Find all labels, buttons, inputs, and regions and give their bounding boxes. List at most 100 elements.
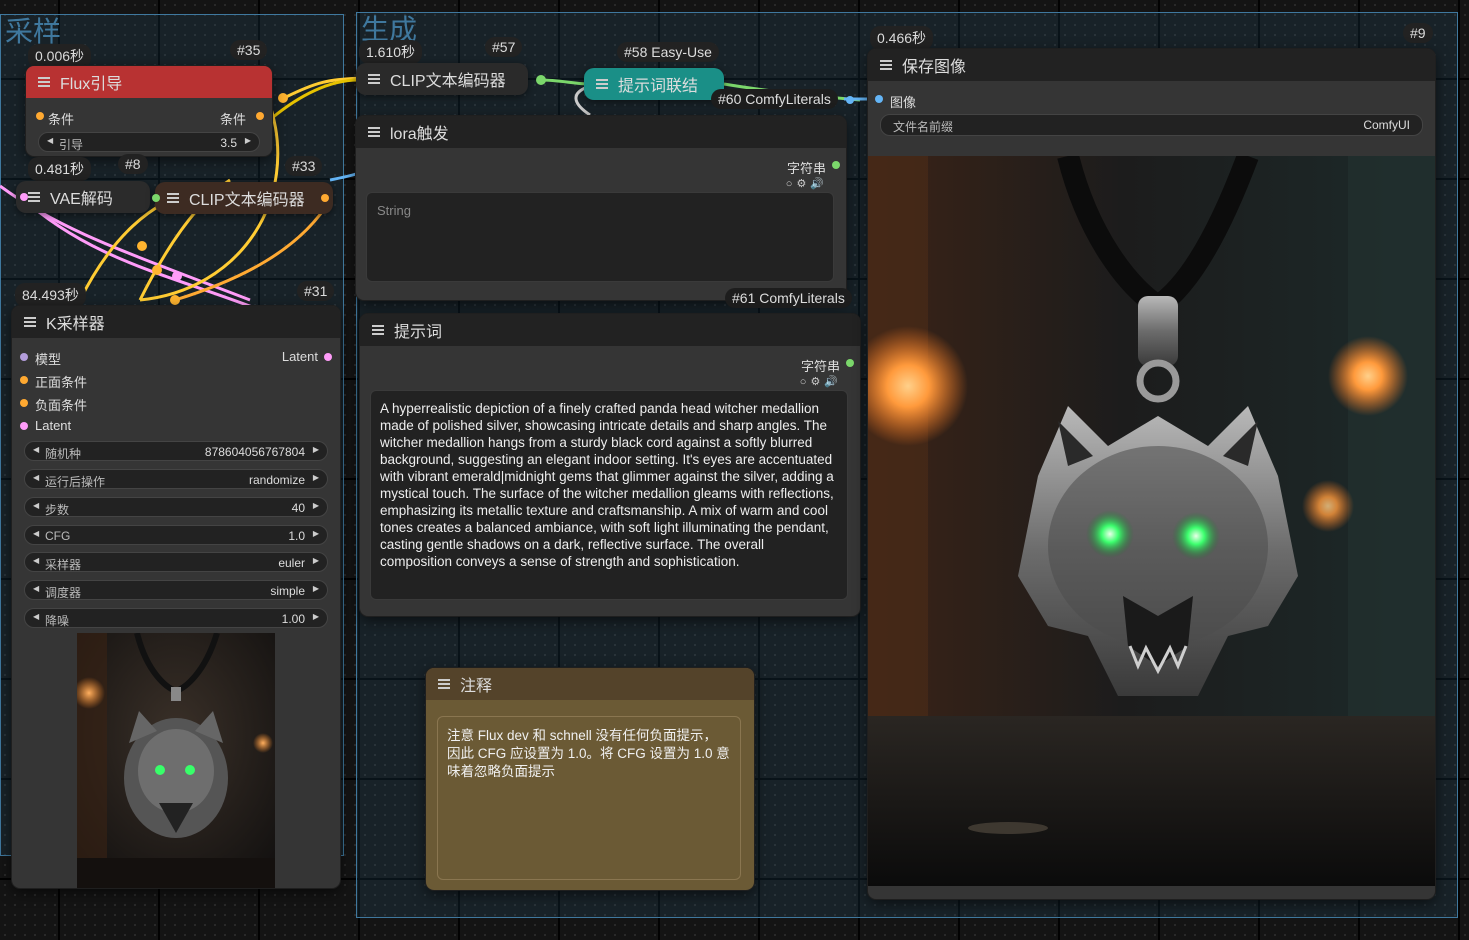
- decrement-arrow-icon[interactable]: ◀: [33, 612, 39, 621]
- node-prompt[interactable]: 提示词 字符串 ○⚙🔊 A hyperrealistic depiction o…: [360, 314, 860, 616]
- node-title: CLIP文本编码器: [390, 73, 506, 90]
- widget-value: euler: [278, 556, 305, 570]
- widget-steps[interactable]: ◀ 步数 40 ▶: [24, 497, 328, 517]
- node-title: lora触发: [390, 126, 449, 143]
- node-prompt-concat[interactable]: 提示词联结: [584, 68, 724, 100]
- input-slot-latent[interactable]: [20, 422, 28, 430]
- menu-icon[interactable]: [596, 79, 608, 89]
- input-label-latent: Latent: [35, 418, 72, 433]
- note-textarea[interactable]: 注意 Flux dev 和 schnell 没有任何负面提示，因此 CFG 应设…: [437, 716, 741, 880]
- id-badge-ksampler: #31: [297, 281, 335, 301]
- menu-icon[interactable]: [24, 317, 36, 327]
- widget-control-after-generate[interactable]: ◀ 运行后操作 randomize ▶: [24, 469, 328, 489]
- widget-name: 步数: [45, 503, 70, 517]
- time-badge-clip57: 1.610秒: [359, 40, 423, 64]
- decrement-arrow-icon[interactable]: ◀: [33, 501, 39, 510]
- increment-arrow-icon[interactable]: ▶: [313, 473, 319, 482]
- node-flux-guidance[interactable]: Flux引导 条件 条件 ◀ 引导 3.5 ▶: [26, 66, 272, 156]
- menu-icon[interactable]: [438, 679, 450, 689]
- widget-scheduler[interactable]: ◀ 调度器 simple ▶: [24, 580, 328, 600]
- node-header[interactable]: lora触发: [356, 116, 846, 148]
- widget-value: randomize: [248, 473, 305, 487]
- widget-value: 1.0: [288, 529, 305, 543]
- menu-icon[interactable]: [880, 60, 892, 70]
- node-header[interactable]: Flux引导: [26, 66, 272, 98]
- menu-icon[interactable]: [372, 325, 384, 335]
- node-ksampler[interactable]: K采样器 模型 正面条件 负面条件 Latent Latent ◀ 随机种 87…: [12, 306, 340, 888]
- prompt-text: A hyperrealistic depiction of a finely c…: [380, 401, 834, 569]
- input-slot-latent[interactable]: [20, 193, 28, 201]
- widget-guidance[interactable]: ◀ 引导 3.5 ▶: [38, 132, 260, 152]
- node-title: K采样器: [46, 316, 105, 333]
- output-slot-string-60[interactable]: [846, 96, 854, 104]
- id-badge-vae: #8: [118, 154, 148, 174]
- widget-seed[interactable]: ◀ 随机种 878604056767804 ▶: [24, 441, 328, 461]
- input-slot-negative[interactable]: [20, 399, 28, 407]
- lora-trigger-textarea[interactable]: String: [366, 192, 834, 282]
- increment-arrow-icon[interactable]: ▶: [313, 445, 319, 454]
- decrement-arrow-icon[interactable]: ◀: [47, 136, 53, 145]
- menu-icon[interactable]: [167, 193, 179, 203]
- node-note[interactable]: 注释 注意 Flux dev 和 schnell 没有任何负面提示，因此 CFG…: [426, 668, 754, 890]
- input-slot-model[interactable]: [20, 353, 28, 361]
- node-clip-encoder-57[interactable]: CLIP文本编码器: [356, 63, 528, 95]
- input-slot-image[interactable]: [875, 95, 883, 103]
- id-badge-flux: #35: [230, 40, 268, 60]
- widget-denoise[interactable]: ◀ 降噪 1.00 ▶: [24, 608, 328, 628]
- node-clip-encoder-33[interactable]: CLIP文本编码器: [152, 182, 333, 214]
- widget-sampler[interactable]: ◀ 采样器 euler ▶: [24, 552, 328, 572]
- menu-icon[interactable]: [28, 192, 40, 202]
- input-slot-clip[interactable]: [152, 194, 160, 202]
- node-comfy-literals-61[interactable]: #61 ComfyLiterals: [725, 288, 852, 308]
- decrement-arrow-icon[interactable]: ◀: [33, 556, 39, 565]
- widget-value: 40: [291, 501, 305, 515]
- toggle-icons[interactable]: ○⚙🔊: [800, 375, 842, 388]
- output-label: 字符串: [786, 161, 826, 176]
- widget-value: 3.5: [220, 136, 237, 150]
- menu-icon[interactable]: [38, 77, 50, 87]
- input-label-positive: 正面条件: [35, 375, 88, 390]
- menu-icon[interactable]: [368, 127, 380, 137]
- widget-value: simple: [270, 584, 305, 598]
- output-slot-latent[interactable]: [324, 353, 332, 361]
- output-label: 条件: [219, 112, 246, 127]
- output-slot-string[interactable]: [832, 161, 840, 169]
- prompt-textarea[interactable]: A hyperrealistic depiction of a finely c…: [370, 390, 848, 600]
- increment-arrow-icon[interactable]: ▶: [245, 136, 251, 145]
- menu-icon[interactable]: [368, 74, 380, 84]
- widget-name: 采样器: [45, 558, 82, 572]
- output-label-latent: Latent: [281, 349, 318, 364]
- node-title: VAE解码: [50, 191, 113, 208]
- widget-name: 随机种: [45, 447, 82, 461]
- output-slot-string[interactable]: [846, 359, 854, 367]
- widget-cfg[interactable]: ◀ CFG 1.0 ▶: [24, 525, 328, 545]
- note-text: 注意 Flux dev 和 schnell 没有任何负面提示，因此 CFG 应设…: [447, 728, 730, 779]
- input-slot-positive[interactable]: [20, 376, 28, 384]
- increment-arrow-icon[interactable]: ▶: [313, 612, 319, 621]
- decrement-arrow-icon[interactable]: ◀: [33, 473, 39, 482]
- increment-arrow-icon[interactable]: ▶: [313, 556, 319, 565]
- node-header[interactable]: 注释: [426, 668, 754, 700]
- increment-arrow-icon[interactable]: ▶: [313, 501, 319, 510]
- decrement-arrow-icon[interactable]: ◀: [33, 529, 39, 538]
- node-header[interactable]: 提示词: [360, 314, 860, 346]
- node-vae-decode[interactable]: VAE解码: [16, 181, 150, 213]
- decrement-arrow-icon[interactable]: ◀: [33, 445, 39, 454]
- widget-name: CFG: [45, 529, 71, 543]
- output-slot-conditioning[interactable]: [256, 112, 264, 120]
- output-slot-conditioning[interactable]: [321, 194, 329, 202]
- time-badge-ksampler: 84.493秒: [15, 283, 86, 307]
- widget-filename-prefix[interactable]: 文件名前缀 ComfyUI: [880, 114, 1423, 136]
- decrement-arrow-icon[interactable]: ◀: [33, 584, 39, 593]
- increment-arrow-icon[interactable]: ▶: [313, 584, 319, 593]
- preview-image: [77, 633, 275, 888]
- input-slot-conditioning[interactable]: [36, 112, 44, 120]
- node-lora-trigger[interactable]: lora触发 字符串 ○⚙🔊 String: [356, 116, 846, 300]
- node-header[interactable]: 保存图像: [868, 49, 1435, 81]
- node-header[interactable]: K采样器: [12, 306, 340, 338]
- toggle-icons[interactable]: ○⚙🔊: [786, 177, 828, 190]
- output-image: [868, 156, 1435, 886]
- node-comfy-literals-60[interactable]: #60 ComfyLiterals: [711, 89, 838, 109]
- node-save-image[interactable]: 保存图像 图像 文件名前缀 ComfyUI: [868, 49, 1435, 899]
- increment-arrow-icon[interactable]: ▶: [313, 529, 319, 538]
